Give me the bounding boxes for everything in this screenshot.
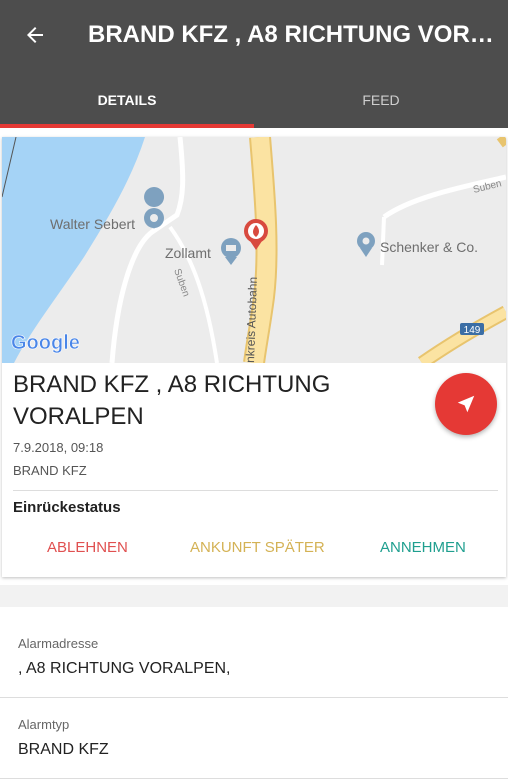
incident-type: BRAND KFZ bbox=[13, 463, 87, 478]
app-title: BRAND KFZ , A8 RICHTUNG VORALPEN bbox=[88, 21, 504, 48]
app-bar: BRAND KFZ , A8 RICHTUNG VORALPEN DETAILS… bbox=[0, 0, 508, 128]
map-view[interactable]: Walter Sebert Zollamt Schenker & Co. Sub… bbox=[2, 137, 506, 363]
tab-indicator bbox=[0, 124, 254, 128]
card-divider bbox=[13, 490, 498, 491]
google-logo: Google bbox=[11, 332, 80, 354]
info-separator bbox=[0, 778, 508, 779]
navigation-arrow-icon bbox=[457, 395, 475, 413]
map-label-poi1: Walter Sebert bbox=[50, 216, 135, 232]
incident-card: Walter Sebert Zollamt Schenker & Co. Sub… bbox=[2, 137, 506, 577]
decline-button[interactable]: ABLEHNEN bbox=[47, 539, 128, 556]
map-label-poi3: Schenker & Co. bbox=[380, 239, 478, 255]
status-label: Einrückestatus bbox=[13, 499, 121, 516]
map-label-route: 149 bbox=[464, 325, 481, 336]
map-label-road: nkreis Autobahn bbox=[243, 277, 260, 363]
arrive-later-button[interactable]: ANKUNFT SPÄTER bbox=[190, 539, 325, 556]
address-label: Alarmadresse bbox=[18, 636, 99, 651]
tab-feed[interactable]: FEED bbox=[254, 86, 508, 114]
alarm-type-label: Alarmtyp bbox=[18, 717, 70, 732]
map-canvas: Walter Sebert Zollamt Schenker & Co. Sub… bbox=[2, 137, 506, 363]
tab-details[interactable]: DETAILS bbox=[0, 86, 254, 114]
navigate-button[interactable] bbox=[435, 373, 497, 435]
map-label-poi2: Zollamt bbox=[165, 245, 211, 261]
accept-button[interactable]: ANNEHMEN bbox=[380, 539, 466, 556]
incident-datetime: 7.9.2018, 09:18 bbox=[13, 440, 104, 455]
info-separator bbox=[0, 697, 508, 698]
address-value: , A8 RICHTUNG VORALPEN, bbox=[18, 660, 231, 677]
alarm-type-value: BRAND KFZ bbox=[18, 741, 109, 758]
arrow-back-icon bbox=[27, 27, 43, 43]
back-button[interactable] bbox=[18, 18, 52, 52]
incident-title: BRAND KFZ , A8 RICHTUNG VORALPEN bbox=[13, 371, 331, 430]
section-gap bbox=[0, 585, 508, 607]
